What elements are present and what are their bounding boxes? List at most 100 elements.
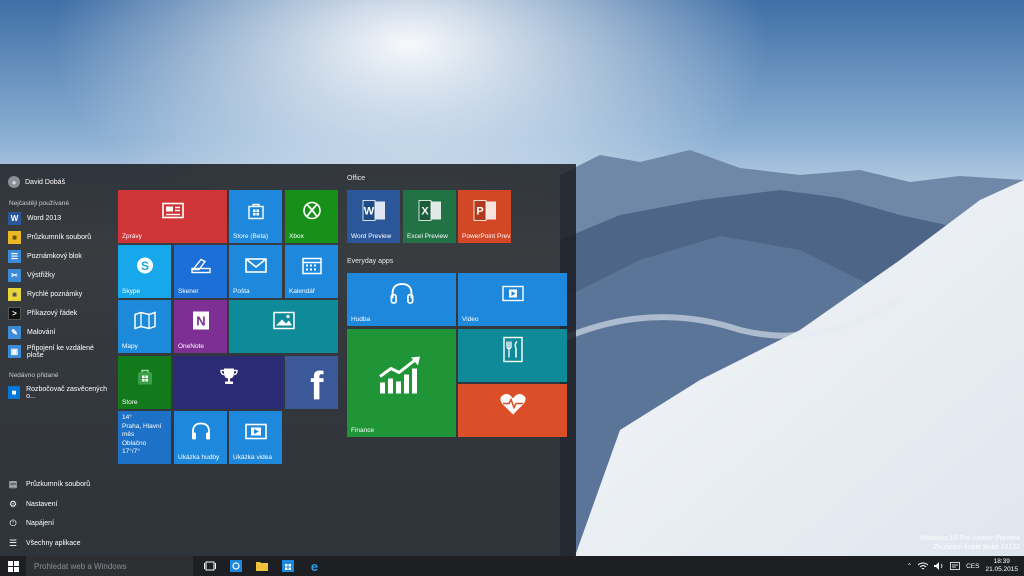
app-item-sticky-notes[interactable]: ■ Rychlé poznámky <box>8 285 112 304</box>
news-icon <box>161 203 184 224</box>
taskbar-file-explorer[interactable] <box>249 556 275 576</box>
tile-label: Word Preview <box>351 233 392 240</box>
weather-info: 14° Praha, Hlavní měs Oblačno 17°/7° <box>122 414 171 457</box>
app-item-insider-hub[interactable]: ■ Rozbočovač zasvěcených o... <box>8 383 112 402</box>
tile-store[interactable]: Store <box>118 356 171 409</box>
tile-label: Store (Beta) <box>233 233 269 240</box>
insider-hub-icon <box>230 560 242 572</box>
tile-maps[interactable]: Mapy <box>118 300 171 353</box>
watermark-line-2: Zkušební kopie Build 10122 <box>933 544 1020 551</box>
finance-chart-icon <box>377 354 427 399</box>
tile-label: Excel Preview <box>407 233 448 240</box>
tile-calendar[interactable]: Kalendář <box>285 245 338 298</box>
paint-icon: ✎ <box>8 326 21 339</box>
tile-mail[interactable]: Pošta <box>229 245 282 298</box>
scanner-icon <box>190 258 211 279</box>
watermark-line-1: Windows 10 Pro Insider Preview <box>919 535 1020 542</box>
word-icon: W <box>8 212 21 225</box>
action-center-icon[interactable] <box>950 562 960 570</box>
start-power[interactable]: ⏻ Napájení <box>8 514 90 534</box>
tile-word-preview[interactable]: W Word Preview <box>347 190 400 243</box>
store-bag-icon <box>282 560 294 572</box>
start-all-apps[interactable]: ☰ Všechny aplikace <box>8 534 90 554</box>
tile-skype[interactable]: S Skype <box>118 245 171 298</box>
command-prompt-icon: > <box>8 307 21 320</box>
tile-scanner[interactable]: Skener <box>174 245 227 298</box>
power-icon: ⏻ <box>9 518 17 529</box>
user-account[interactable]: ● David Dobáš <box>8 176 65 188</box>
tile-label: Store <box>122 399 138 406</box>
app-item-command-prompt[interactable]: > Příkazový řádek <box>8 304 112 323</box>
taskbar-browser[interactable]: e <box>301 556 327 576</box>
app-item-notepad[interactable]: ☰ Poznámkový blok <box>8 247 112 266</box>
tile-photos[interactable] <box>229 300 338 353</box>
search-input[interactable]: Prohledat web a Windows <box>26 556 193 576</box>
tile-label: PowerPoint Prev <box>462 233 511 240</box>
start-button[interactable] <box>0 556 26 576</box>
tile-label: Ukázka videa <box>233 454 273 461</box>
headphones-icon <box>190 422 212 447</box>
app-item-file-explorer[interactable]: ■ Průzkumník souborů <box>8 228 112 247</box>
tile-excel-preview[interactable]: X Excel Preview <box>403 190 456 243</box>
svg-text:P: P <box>476 206 483 218</box>
app-item-label: Připojení ke vzdálené ploše <box>26 344 94 359</box>
clock-time: 18:39 <box>993 558 1010 565</box>
network-icon[interactable] <box>918 562 929 570</box>
tile-powerpoint-preview[interactable]: P PowerPoint Prev <box>458 190 511 243</box>
tile-label: Xbox <box>289 233 304 240</box>
volume-icon[interactable] <box>934 562 944 570</box>
tile-music[interactable]: Hudba <box>347 273 456 326</box>
all-apps-icon: ☰ <box>8 537 18 548</box>
folder-icon <box>256 562 268 571</box>
tile-facebook[interactable]: f <box>285 356 338 409</box>
tile-store-beta[interactable]: Store (Beta) <box>229 190 282 243</box>
app-item-paint[interactable]: ✎ Malování <box>8 323 112 342</box>
tile-video-sample[interactable]: Ukázka videa <box>229 411 282 464</box>
tile-music-sample[interactable]: Ukázka hudby <box>174 411 227 464</box>
taskbar-store[interactable] <box>275 556 301 576</box>
internet-explorer-icon: e <box>310 560 317 573</box>
heart-pulse-icon <box>499 393 527 422</box>
svg-text:W: W <box>363 206 374 218</box>
store-bag-icon <box>136 368 154 391</box>
powerpoint-icon: P <box>473 200 497 227</box>
start-settings[interactable]: ⚙ Nastavení <box>8 495 90 515</box>
svg-text:X: X <box>421 206 429 218</box>
app-item-snipping-tool[interactable]: ✂ Výstřižky <box>8 266 112 285</box>
input-language[interactable]: CES <box>966 563 979 570</box>
tile-onenote[interactable]: N OneNote <box>174 300 227 353</box>
insider-hub-icon: ■ <box>8 386 21 399</box>
task-view-icon <box>204 561 216 571</box>
app-item-remote-desktop[interactable]: ▣ Připojení ke vzdálené ploše <box>8 342 112 361</box>
tile-achievements[interactable] <box>174 356 283 409</box>
tile-video[interactable]: Video <box>458 273 567 326</box>
show-hidden-icons-chevron-icon[interactable]: ⌃ <box>907 562 912 570</box>
app-item-word[interactable]: W Word 2013 <box>8 209 112 228</box>
word-icon: W <box>362 200 386 227</box>
tile-weather[interactable]: 14° Praha, Hlavní měs Oblačno 17°/7° <box>118 411 171 464</box>
app-item-label: Poznámkový blok <box>27 253 82 260</box>
tile-news[interactable]: Zprávy <box>118 190 227 243</box>
mail-icon <box>244 258 267 278</box>
facebook-icon: f <box>310 364 324 409</box>
scissors-icon: ✂ <box>8 269 21 282</box>
taskbar-insider-hub[interactable] <box>223 556 249 576</box>
most-used-heading: Nejčastěji používané <box>9 200 69 207</box>
settings-gear-icon: ⚙ <box>8 498 18 509</box>
tile-health-fitness[interactable] <box>458 384 567 437</box>
taskbar-clock[interactable]: 18:39 21.05.2015 <box>985 558 1018 574</box>
trophy-icon <box>219 368 239 391</box>
start-file-explorer[interactable]: ▤ Průzkumník souborů <box>8 475 90 495</box>
tile-xbox[interactable]: Xbox <box>285 190 338 243</box>
calendar-icon <box>301 257 322 280</box>
tile-finance[interactable]: Finance <box>347 329 456 437</box>
task-view-button[interactable] <box>197 556 223 576</box>
photos-icon <box>272 312 295 335</box>
start-bottom-label: Všechny aplikace <box>26 539 81 547</box>
start-left-column: ● David Dobáš Nejčastěji používané W Wor… <box>0 164 112 556</box>
svg-text:e: e <box>310 560 317 573</box>
excel-icon: X <box>418 200 442 227</box>
tile-label: OneNote <box>178 343 205 350</box>
weather-condition: Oblačno <box>122 439 147 447</box>
tile-food-drink[interactable] <box>458 329 567 382</box>
